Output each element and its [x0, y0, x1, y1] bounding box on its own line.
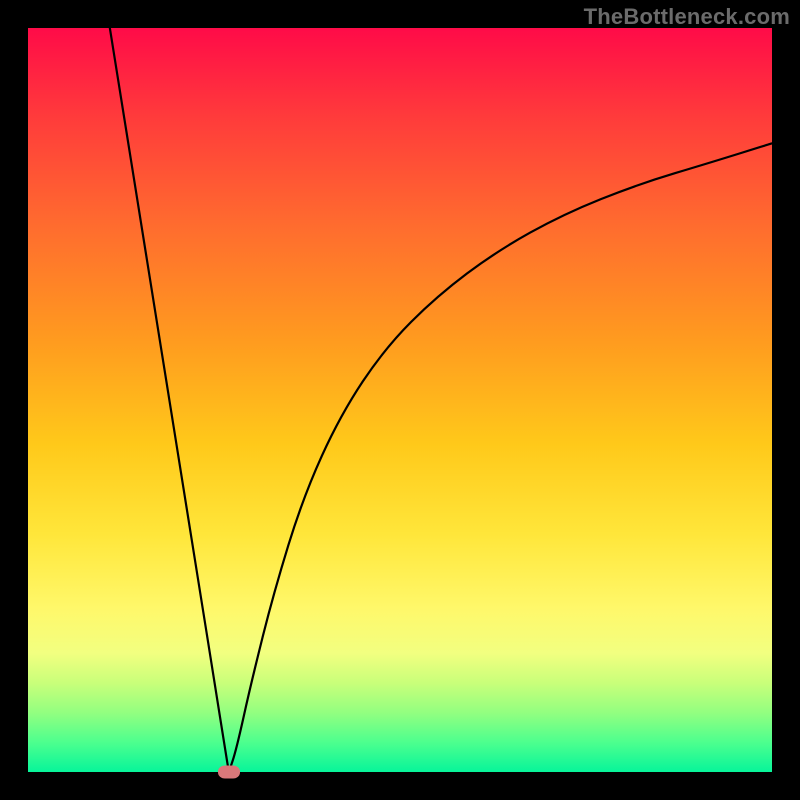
bottleneck-curve: [28, 28, 772, 772]
watermark-text: TheBottleneck.com: [584, 4, 790, 30]
minimum-marker: [218, 766, 240, 779]
chart-plot-area: [28, 28, 772, 772]
curve-left-branch: [110, 28, 229, 772]
chart-frame: TheBottleneck.com: [0, 0, 800, 800]
curve-right-branch: [229, 143, 772, 772]
